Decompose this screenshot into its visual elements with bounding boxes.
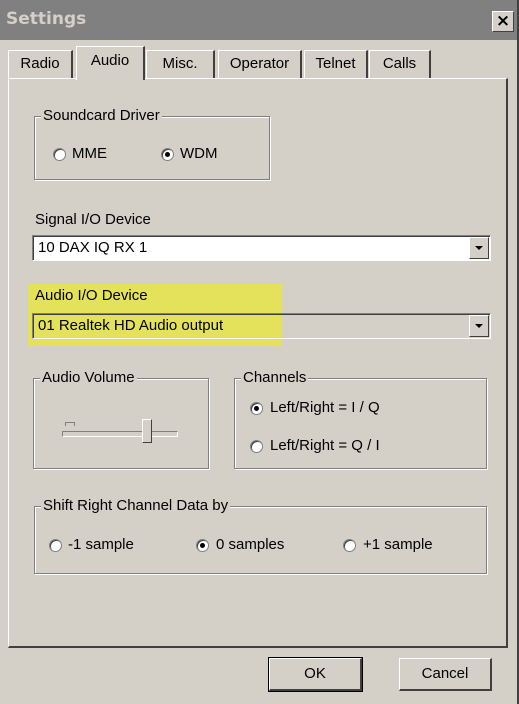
tab-telnet[interactable]: Telnet (304, 50, 368, 78)
cancel-button[interactable]: Cancel (399, 658, 492, 691)
tab-label: Radio (20, 55, 60, 72)
audio-io-label: Audio I/O Device (35, 287, 148, 304)
minus-one-sample-radio[interactable] (49, 539, 62, 552)
left-right-iq-radio[interactable] (250, 402, 263, 415)
close-button[interactable]: × (492, 11, 514, 32)
tab-misc[interactable]: Misc. (146, 50, 215, 78)
audio-io-select[interactable]: 01 Realtek HD Audio output (32, 313, 491, 339)
volume-slider[interactable] (142, 419, 152, 443)
tab-audio[interactable]: Audio (76, 46, 145, 80)
volume-slider-track (62, 431, 178, 437)
tab-operator[interactable]: Operator (218, 50, 302, 78)
left-right-iq-label: Left/Right = I / Q (270, 399, 380, 416)
tab-label: Audio (90, 52, 130, 69)
tab-label: Misc. (162, 55, 198, 72)
audio-volume-title: Audio Volume (40, 369, 137, 387)
signal-io-select[interactable]: 10 DAX IQ RX 1 (32, 235, 491, 261)
ok-label: OK (304, 665, 326, 682)
tab-label: Calls (382, 55, 417, 72)
close-icon: × (495, 11, 511, 31)
wdm-label: WDM (180, 145, 218, 162)
slider-tick (65, 422, 75, 426)
left-right-qi-label: Left/Right = Q / I (270, 437, 380, 454)
left-right-qi-radio[interactable] (250, 440, 263, 453)
title-bar: Settings × (0, 0, 517, 40)
chevron-down-icon[interactable] (469, 315, 489, 337)
zero-samples-radio[interactable] (196, 539, 209, 552)
plus-one-sample-label: +1 sample (363, 536, 433, 553)
tab-label: Telnet (315, 55, 356, 72)
soundcard-driver-title: Soundcard Driver (41, 107, 162, 125)
audio-io-value: 01 Realtek HD Audio output (38, 317, 224, 334)
ok-button[interactable]: OK (268, 657, 363, 692)
minus-one-sample-label: -1 sample (68, 536, 134, 553)
signal-io-value: 10 DAX IQ RX 1 (38, 239, 148, 256)
shift-right-title: Shift Right Channel Data by (41, 497, 231, 515)
mme-radio[interactable] (53, 148, 66, 161)
cancel-label: Cancel (421, 665, 469, 682)
settings-dialog: Settings × Radio Audio Misc. Operator Te… (0, 0, 519, 704)
wdm-radio[interactable] (161, 148, 174, 161)
signal-io-label: Signal I/O Device (35, 211, 151, 228)
channels-group: Channels (234, 369, 487, 469)
soundcard-driver-group: Soundcard Driver (34, 107, 270, 180)
zero-samples-label: 0 samples (216, 536, 285, 553)
tab-calls[interactable]: Calls (369, 50, 431, 78)
tab-label: Operator (229, 55, 290, 72)
audio-volume-group: Audio Volume (33, 369, 209, 469)
channels-title: Channels (241, 369, 309, 387)
mme-label: MME (72, 145, 107, 162)
plus-one-sample-radio[interactable] (343, 539, 356, 552)
tab-radio[interactable]: Radio (8, 50, 73, 78)
chevron-down-icon[interactable] (469, 237, 489, 259)
window-title: Settings (6, 9, 87, 29)
